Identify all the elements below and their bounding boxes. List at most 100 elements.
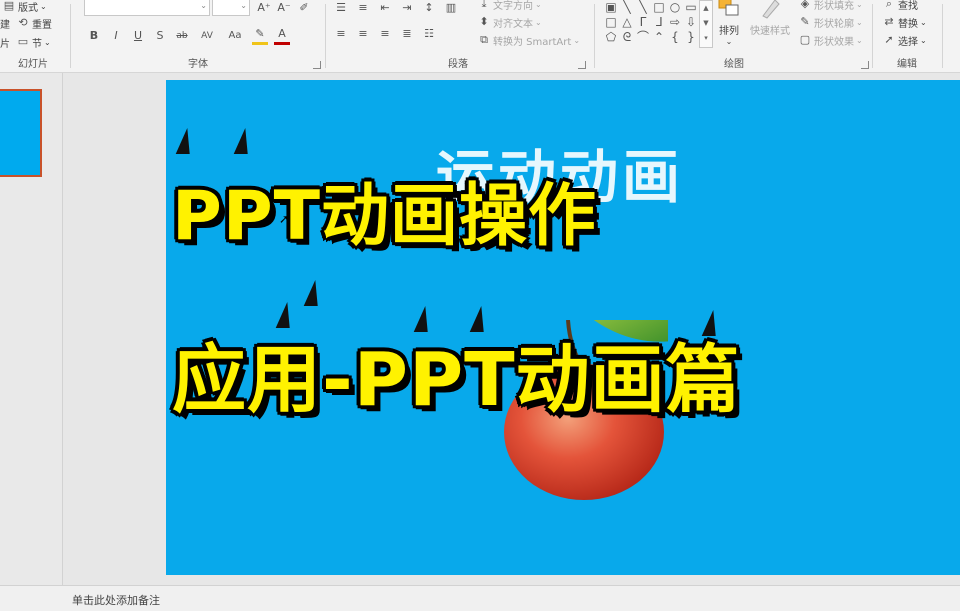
pen-icon: ✎ (800, 15, 810, 28)
scroll-down-icon[interactable]: ▼ (700, 16, 712, 31)
align-text-icon: ⬍ (479, 15, 489, 28)
connector-icon[interactable]: ᒧ (651, 15, 667, 30)
bullets-icon[interactable]: ☰ (333, 0, 349, 16)
decorative-spike (303, 280, 323, 306)
arrow-icon[interactable]: ⇨ (667, 15, 683, 30)
quick-styles-icon (762, 0, 780, 19)
mouse-pointer-icon: ➚ (279, 212, 290, 226)
ribbon-separator (594, 4, 595, 68)
paragraph-dialog-launcher-icon[interactable] (578, 61, 586, 69)
italic-button[interactable]: I (108, 28, 124, 44)
brace-icon[interactable]: } (683, 30, 699, 45)
replace-icon: ⇄ (884, 15, 894, 28)
paint-bucket-icon: ◈ (800, 0, 810, 10)
editing-group: ⌕ 查找 ⇄ 替换 ⌄ ➚ 选择 ⌄ 编辑 (874, 0, 940, 72)
curve-icon[interactable]: ⌒ (635, 30, 651, 45)
columns-icon[interactable]: ▥ (443, 0, 459, 16)
find-button[interactable]: ⌕ 查找 (880, 0, 920, 12)
ribbon: ▤ 版式 ⌄ 建 ⟲ 重置 片 ▭ 节 ⌄ 幻灯片 ⌄ ⌄ A⁺ A⁻ ✐ B … (0, 0, 960, 73)
freeform-icon[interactable]: ⬠ (603, 30, 619, 45)
oval-icon[interactable]: ○ (667, 0, 683, 15)
decorative-spike (233, 128, 253, 154)
notes-pane[interactable]: 单击此处添加备注 (0, 585, 960, 611)
clear-formatting-icon[interactable]: ✐ (296, 0, 312, 16)
text-box-icon[interactable]: ▣ (603, 0, 619, 15)
drawing-group-label: 绘图 (724, 59, 744, 70)
scroll-up-icon[interactable]: ▲ (700, 1, 712, 16)
slide[interactable]: 运动动画 PPT动画操作 应用-PPT动画篇 (166, 80, 960, 575)
rectangle-icon[interactable]: □ (651, 0, 667, 15)
gallery-more-icon[interactable]: ▾ (700, 31, 712, 46)
convert-smartart-button[interactable]: ⧉ 转换为 SmartArt ⌄ (475, 32, 582, 48)
font-color-button[interactable]: A (274, 26, 290, 45)
ribbon-separator (942, 4, 943, 68)
underline-button[interactable]: U (130, 28, 146, 44)
reset-icon: ⟲ (18, 16, 28, 29)
notes-placeholder[interactable]: 单击此处添加备注 (72, 592, 160, 608)
rectangle-icon[interactable]: ▭ (683, 0, 699, 15)
drawing-dialog-launcher-icon[interactable] (861, 61, 869, 69)
decrease-indent-icon[interactable]: ⇤ (377, 0, 393, 16)
arrange-button[interactable]: 排列 ⌄ (716, 0, 742, 46)
shapes-gallery-scrollbar[interactable]: ▲ ▼ ▾ (699, 0, 713, 48)
numbering-icon[interactable]: ≡ (355, 0, 371, 16)
justify-icon[interactable]: ≣ (399, 26, 415, 42)
font-name-combo[interactable]: ⌄ (84, 0, 210, 16)
brace-icon[interactable]: ⌃ (651, 30, 667, 45)
align-center-icon[interactable]: ≡ (355, 26, 371, 42)
arrow-down-icon[interactable]: ⇩ (683, 15, 699, 30)
ribbon-separator (325, 4, 326, 68)
editing-group-label: 编辑 (897, 59, 917, 70)
line-spacing-icon[interactable]: ↕ (421, 0, 437, 16)
paragraph-group-label: 段落 (448, 59, 468, 70)
bold-button[interactable]: B (86, 28, 102, 44)
font-size-combo[interactable]: ⌄ (212, 0, 250, 16)
section-icon: ▭ (17, 35, 29, 48)
slide-title-line2[interactable]: 应用-PPT动画篇 (172, 320, 741, 427)
highlight-color-icon[interactable]: ✎ (252, 26, 268, 45)
character-spacing-button[interactable]: AV (196, 28, 218, 44)
align-right-icon[interactable]: ≡ (377, 26, 393, 42)
increase-font-size-button[interactable]: A⁺ (256, 0, 272, 16)
line-icon[interactable]: ╲ (619, 0, 635, 15)
line-icon[interactable]: ╲ (635, 0, 651, 15)
align-text-button[interactable]: ⬍ 对齐文本 ⌄ (475, 14, 544, 30)
connector-icon[interactable]: ᒥ (635, 15, 651, 30)
quick-styles-button[interactable]: 快速样式 (750, 0, 790, 37)
rectangle-icon[interactable]: □ (603, 15, 619, 30)
triangle-icon[interactable]: △ (619, 15, 635, 30)
font-group-label: 字体 (188, 59, 208, 70)
brace-icon[interactable]: { (667, 30, 683, 45)
cursor-icon: ➚ (884, 33, 894, 46)
distributed-icon[interactable]: ☷ (421, 26, 437, 42)
slides-group: ▤ 版式 ⌄ 建 ⟲ 重置 片 ▭ 节 ⌄ 幻灯片 (0, 0, 66, 72)
text-direction-button[interactable]: ⤓ 文字方向 ⌄ (475, 0, 544, 12)
layout-icon: ▤ (3, 0, 15, 12)
search-icon: ⌕ (885, 0, 893, 10)
ribbon-separator (872, 4, 873, 68)
replace-button[interactable]: ⇄ 替换 ⌄ (880, 14, 929, 30)
shape-outline-button[interactable]: ✎ 形状轮廓 ⌄ (796, 14, 865, 30)
slide-title-line1[interactable]: PPT动画操作 (172, 160, 597, 259)
layout-button[interactable]: ▤ 版式 ⌄ (0, 0, 49, 14)
increase-indent-icon[interactable]: ⇥ (399, 0, 415, 16)
slide-thumbnail[interactable] (0, 89, 42, 177)
shapes-gallery[interactable]: ▣ ╲ ╲ □ ○ ▭ □ △ ᒥ ᒧ ⇨ ⇩ ⬠ ᘓ ⌒ ⌃ { } (603, 0, 699, 48)
section-button[interactable]: ▭ 节 ⌄ (14, 34, 53, 50)
change-case-button[interactable]: Aa (224, 28, 246, 44)
arrange-icon (718, 0, 739, 16)
slide-thumbnail-pane (0, 73, 63, 585)
curve-icon[interactable]: ᘓ (619, 30, 635, 45)
align-left-icon[interactable]: ≡ (333, 26, 349, 42)
shape-fill-button[interactable]: ◈ 形状填充 ⌄ (796, 0, 865, 12)
reset-button[interactable]: ⟲ 重置 (14, 15, 54, 31)
paragraph-group: ☰ ≡ ⇤ ⇥ ↕ ▥ ≡ ≡ ≡ ≣ ☷ ⤓ 文字方向 ⌄ ⬍ 对齐文本 ⌄ ⧉ (327, 0, 589, 72)
strikethrough-button[interactable]: ab (174, 28, 190, 44)
shape-effects-button[interactable]: ▢ 形状效果 ⌄ (796, 32, 865, 48)
slides-group-label: 幻灯片 (18, 59, 48, 70)
decrease-font-size-button[interactable]: A⁻ (276, 0, 292, 16)
ribbon-separator (70, 4, 71, 68)
shadow-button[interactable]: S (152, 28, 168, 44)
font-dialog-launcher-icon[interactable] (313, 61, 321, 69)
select-button[interactable]: ➚ 选择 ⌄ (880, 32, 929, 48)
